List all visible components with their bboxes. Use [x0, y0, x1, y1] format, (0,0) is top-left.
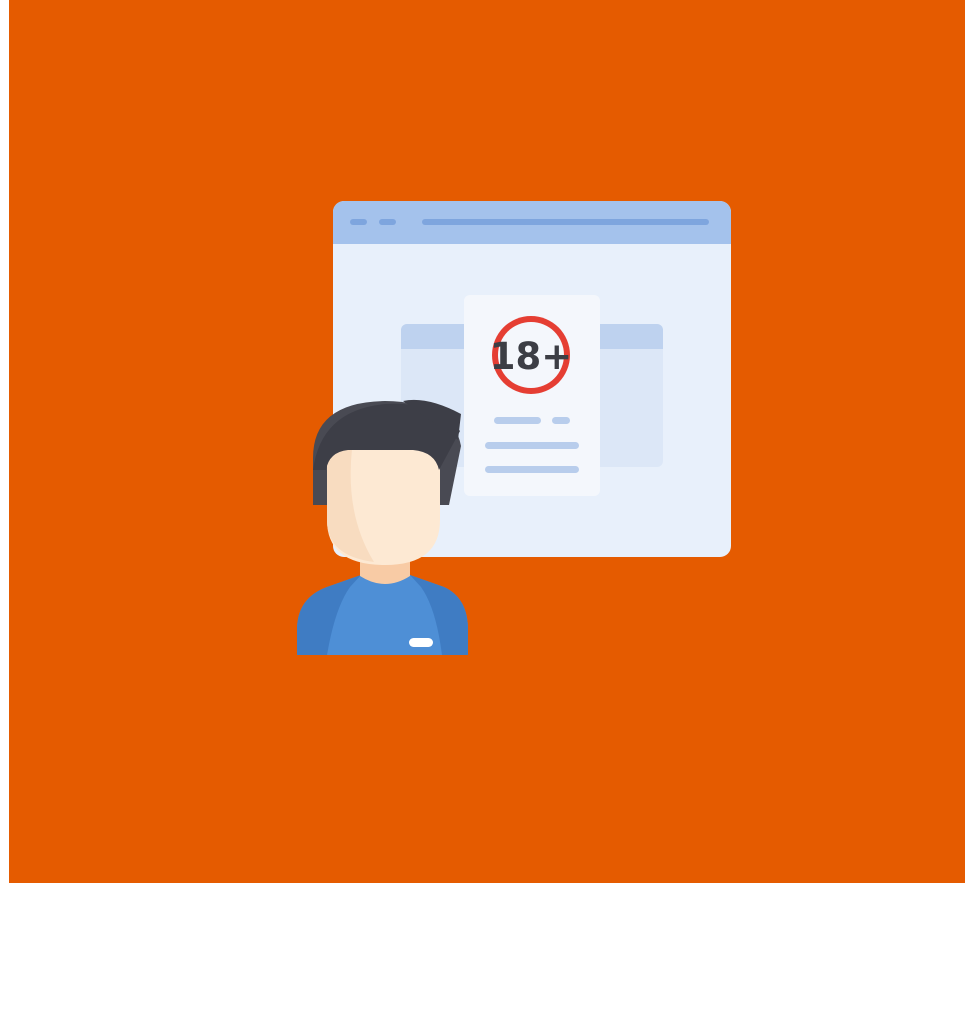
- age-verification-illustration: 18+: [9, 0, 965, 883]
- hero-banner: 18+: [9, 0, 965, 883]
- badge-label: 18+: [490, 335, 573, 378]
